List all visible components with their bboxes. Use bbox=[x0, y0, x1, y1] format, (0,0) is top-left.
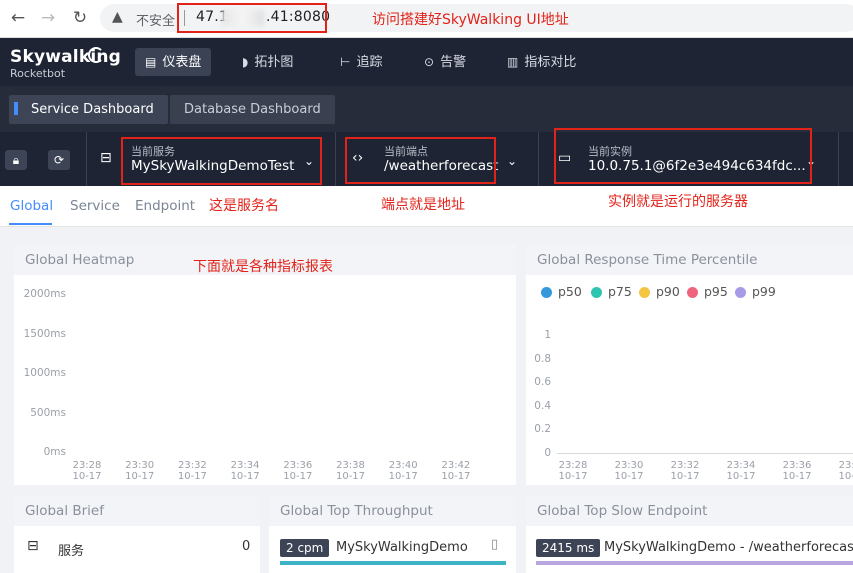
heatmap-x-tick: 23:28 10-17 bbox=[72, 460, 102, 482]
heatmap-y-tick: 0ms bbox=[43, 446, 66, 458]
compare-icon: ▥ bbox=[507, 55, 519, 69]
throughput-bar bbox=[280, 561, 506, 565]
logo-mark-icon bbox=[88, 47, 104, 63]
selector-divider bbox=[538, 132, 539, 186]
copy-icon[interactable]: ▯ bbox=[491, 537, 498, 552]
legend-marker bbox=[541, 287, 552, 298]
tab-database-dashboard[interactable]: Database Dashboard bbox=[170, 95, 335, 124]
selector-divider bbox=[335, 132, 336, 186]
nav-topology-label: 拓扑图 bbox=[254, 55, 294, 70]
percentile-x-tick: 23:38 10-17 bbox=[838, 460, 853, 482]
percentile-y-tick: 1 bbox=[544, 329, 551, 341]
legend-marker bbox=[687, 287, 698, 298]
throughput-badge: 2 cpm bbox=[280, 539, 330, 557]
percentile-y-tick: 0 bbox=[544, 447, 551, 459]
tab-service-dashboard[interactable]: Service Dashboard bbox=[9, 95, 168, 124]
active-tab-underline bbox=[9, 223, 52, 225]
percentile-x-tick: 23:34 10-17 bbox=[726, 460, 756, 482]
heatmap-x-tick: 23:30 10-17 bbox=[125, 460, 155, 482]
alarm-icon: ⊙ bbox=[424, 55, 435, 69]
legend-label: p99 bbox=[752, 284, 776, 299]
heatmap-x-tick: 23:40 10-17 bbox=[388, 460, 418, 482]
trace-icon: ⊢ bbox=[340, 55, 351, 69]
lock-icon[interactable]: 🔒︎ bbox=[5, 150, 27, 170]
percentile-panel bbox=[526, 245, 853, 485]
percentile-x-tick: 23:36 10-17 bbox=[782, 460, 812, 482]
slow-endpoint-badge: 2415 ms bbox=[536, 539, 601, 557]
nav-compare-label: 指标对比 bbox=[524, 55, 577, 70]
nav-topology[interactable]: ◗ 拓扑图 bbox=[232, 48, 303, 76]
chevron-down-icon: ⌄ bbox=[507, 154, 518, 168]
heatmap-y-tick: 2000ms bbox=[23, 288, 66, 300]
logo-subtitle: Rocketbot bbox=[10, 67, 66, 80]
legend-label: p50 bbox=[558, 284, 582, 299]
nav-dashboard-label: 仪表盘 bbox=[162, 55, 202, 70]
slow-endpoint-name[interactable]: MySkyWalkingDemo - /weatherforecast bbox=[604, 540, 853, 555]
percentile-x-axis bbox=[557, 453, 853, 454]
metrics-annotation: 下面就是各种指标报表 bbox=[193, 259, 333, 275]
instance-annotation: 实例就是运行的服务器 bbox=[608, 194, 748, 210]
url-highlight-box bbox=[177, 3, 327, 33]
heatmap-x-tick: 23:32 10-17 bbox=[177, 460, 207, 482]
legend-label: p75 bbox=[608, 284, 632, 299]
heatmap-x-tick: 23:34 10-17 bbox=[230, 460, 260, 482]
percentile-x-tick: 23:32 10-17 bbox=[670, 460, 700, 482]
logo: Skywalking bbox=[10, 47, 122, 67]
url-annotation: 访问搭建好SkyWalking UI地址 bbox=[372, 12, 569, 28]
insecure-label[interactable]: 不安全 bbox=[136, 10, 175, 29]
legend-label: p90 bbox=[656, 284, 680, 299]
percentile-x-tick: 23:30 10-17 bbox=[614, 460, 644, 482]
nav-alarm-label: 告警 bbox=[440, 55, 467, 70]
topology-icon: ◗ bbox=[242, 55, 249, 69]
nav-alarm[interactable]: ⊙ 告警 bbox=[414, 48, 476, 76]
active-tab-marker bbox=[14, 102, 18, 115]
nav-trace-label: 追踪 bbox=[356, 55, 383, 70]
service-annotation: 这是服务名 bbox=[209, 198, 279, 214]
slow-endpoint-title: Global Top Slow Endpoint bbox=[526, 496, 853, 526]
percentile-y-tick: 0.4 bbox=[534, 399, 551, 412]
slow-endpoint-bar bbox=[536, 561, 853, 565]
tab-service[interactable]: Service bbox=[70, 198, 120, 214]
percentile-y-tick: 0.2 bbox=[534, 423, 551, 436]
service-lock-icon: ⊟ bbox=[100, 150, 112, 166]
heatmap-panel bbox=[14, 245, 516, 485]
percentile-y-tick: 0.8 bbox=[534, 352, 551, 365]
back-arrow-icon[interactable]: ← bbox=[8, 8, 28, 28]
dashboard-icon: ▤ bbox=[145, 55, 157, 69]
tab-global[interactable]: Global bbox=[10, 198, 53, 214]
throughput-service-name[interactable]: MySkyWalkingDemo bbox=[336, 540, 468, 555]
heatmap-y-tick: 1500ms bbox=[23, 327, 66, 340]
percentile-title: Global Response Time Percentile bbox=[526, 245, 853, 275]
heatmap-x-tick: 23:36 10-17 bbox=[283, 460, 313, 482]
selector-divider bbox=[838, 132, 839, 186]
warning-icon[interactable]: ▲ bbox=[112, 9, 123, 25]
endpoint-highlight-box bbox=[345, 137, 496, 184]
brief-service-value: 0 bbox=[242, 539, 251, 554]
legend-marker bbox=[735, 287, 746, 298]
nav-dashboard[interactable]: ▤ 仪表盘 bbox=[135, 48, 212, 76]
brief-service-label: 服务 bbox=[58, 544, 85, 559]
heatmap-x-tick: 23:42 10-17 bbox=[441, 460, 471, 482]
service-highlight-box bbox=[121, 137, 322, 185]
nav-trace[interactable]: ⊢ 追踪 bbox=[330, 48, 392, 76]
selector-divider bbox=[86, 132, 87, 186]
legend-label: p95 bbox=[704, 284, 728, 299]
percentile-x-tick: 23:28 10-17 bbox=[558, 460, 588, 482]
heatmap-x-tick: 23:38 10-17 bbox=[335, 460, 366, 482]
endpoint-annotation: 端点就是地址 bbox=[381, 197, 465, 213]
refresh-icon[interactable]: ⟳ bbox=[48, 150, 70, 170]
instance-highlight-box bbox=[554, 128, 812, 184]
brief-title: Global Brief bbox=[14, 496, 260, 526]
throughput-title: Global Top Throughput bbox=[269, 496, 516, 526]
heatmap-y-tick: 500ms bbox=[30, 406, 66, 419]
tab-endpoint[interactable]: Endpoint bbox=[135, 198, 195, 214]
percentile-y-tick: 0.6 bbox=[534, 376, 551, 389]
lock-icon: ⊟ bbox=[27, 538, 39, 554]
legend-marker bbox=[591, 287, 602, 298]
reload-icon[interactable]: ↻ bbox=[70, 8, 90, 28]
heatmap-y-tick: 1000ms bbox=[23, 367, 66, 379]
legend-marker bbox=[639, 287, 650, 298]
nav-compare[interactable]: ▥ 指标对比 bbox=[497, 48, 586, 76]
forward-arrow-icon[interactable]: → bbox=[38, 8, 58, 28]
